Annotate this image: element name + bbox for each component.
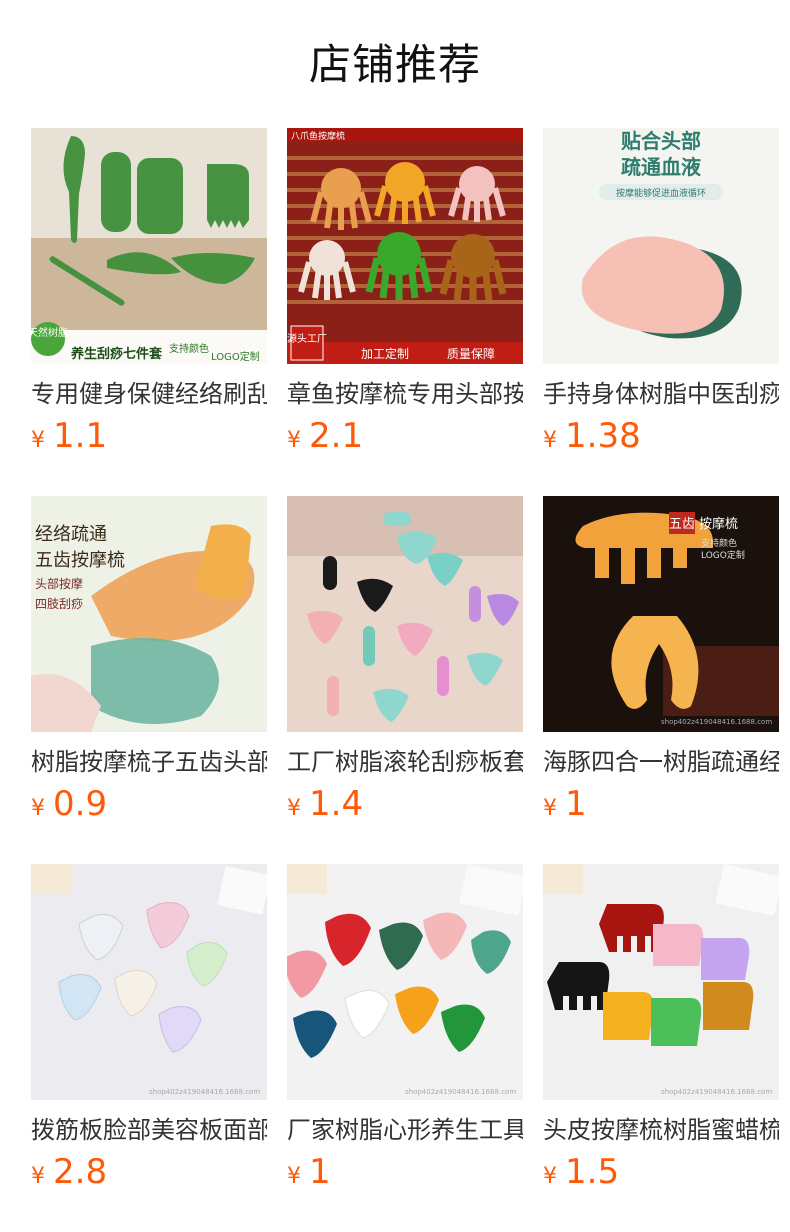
feature2-text: 质量保障 (447, 346, 495, 361)
price-value: 1.1 (53, 416, 108, 456)
product-name[interactable]: 专用健身保健经络刷刮痧板 (31, 372, 267, 416)
price-value: 2.1 (309, 416, 364, 456)
product-price: ¥1.5 (543, 1150, 619, 1194)
line-3: 头部按摩 (35, 576, 83, 591)
product-price: ¥2.1 (287, 414, 363, 458)
headline-2: 疏通血液 (621, 155, 702, 179)
product-image[interactable]: shop402z419048416.1688.com (287, 864, 523, 1100)
product-image[interactable] (287, 496, 523, 732)
header-text: 八爪鱼按摩梳 (291, 130, 345, 142)
price-value: 1 (309, 1152, 331, 1192)
product-price: ¥1.1 (31, 414, 107, 458)
feature1-text: 加工定制 (361, 346, 409, 361)
product-name[interactable]: 厂家树脂心形养生工具刮痧板 (287, 1108, 523, 1152)
product-image[interactable]: shop402z419048416.1688.com (31, 864, 267, 1100)
headline-1: 贴合头部 (621, 129, 701, 153)
currency-symbol: ¥ (543, 1164, 557, 1189)
product-name[interactable]: 树脂按摩梳子五齿头部按摩 (31, 740, 267, 784)
price-value: 1.5 (565, 1152, 620, 1192)
price-value: 2.8 (53, 1152, 108, 1192)
product-price: ¥1.38 (543, 414, 641, 458)
product-name[interactable]: 海豚四合一树脂疏通经络梳 (543, 740, 779, 784)
product-price: ¥0.9 (31, 782, 107, 826)
product-name[interactable]: 章鱼按摩梳专用头部按摩器 (287, 372, 523, 416)
currency-symbol: ¥ (31, 796, 45, 821)
tag2-text: LOGO定制 (211, 350, 260, 363)
watermark: shop402z419048416.1688.com (149, 1088, 260, 1096)
product-name[interactable]: 拨筋板脸部美容板面部刮痧 (31, 1108, 267, 1152)
title-1: 五齿 (669, 517, 695, 532)
line-1: 经络疏通 (35, 524, 107, 545)
watermark: shop402z419048416.1688.com (661, 1088, 772, 1096)
currency-symbol: ¥ (287, 428, 301, 453)
price-value: 0.9 (53, 784, 108, 824)
currency-symbol: ¥ (543, 796, 557, 821)
product-price: ¥1 (287, 1150, 331, 1194)
product-price: ¥1 (543, 782, 587, 826)
subline: 按摩能够促进血液循环 (616, 187, 706, 199)
product-image[interactable]: 贴合头部 疏通血液 按摩能够促进血液循环 (543, 128, 779, 364)
currency-symbol: ¥ (543, 428, 557, 453)
title-2: 按摩梳 (699, 516, 738, 532)
product-image[interactable]: 五齿 按摩梳 支持颜色 LOGO定制 shop402z419048416.168… (543, 496, 779, 732)
badge-text: 源头工厂 (287, 332, 327, 345)
currency-symbol: ¥ (287, 1164, 301, 1189)
price-value: 1.4 (309, 784, 364, 824)
product-name[interactable]: 工厂树脂滚轮刮痧板套装 (287, 740, 523, 784)
product-image[interactable]: 八爪鱼按摩梳 源头工厂 加工定制 质量保障 (287, 128, 523, 364)
currency-symbol: ¥ (31, 428, 45, 453)
page-title: 店铺推荐 (308, 40, 481, 89)
product-name[interactable]: 手持身体树脂中医刮痧板 (543, 372, 779, 416)
price-value: 1.38 (565, 416, 641, 456)
line-2: 五齿按摩梳 (35, 550, 125, 571)
product-image[interactable]: 天然树脂 养生刮痧七件套 支持颜色 LOGO定制 (31, 128, 267, 364)
price-value: 1 (565, 784, 587, 824)
watermark: shop402z419048416.1688.com (661, 718, 772, 726)
product-price: ¥1.4 (287, 782, 363, 826)
sub-2: LOGO定制 (701, 549, 745, 561)
product-image[interactable]: shop402z419048416.1688.com (543, 864, 779, 1100)
currency-symbol: ¥ (287, 796, 301, 821)
tag-text: 支持颜色 (169, 342, 209, 355)
watermark: shop402z419048416.1688.com (405, 1088, 516, 1096)
line-4: 四肢刮痧 (35, 596, 83, 611)
currency-symbol: ¥ (31, 1164, 45, 1189)
product-name[interactable]: 头皮按摩梳树脂蜜蜡梳子 (543, 1108, 779, 1152)
sub-1: 支持颜色 (701, 537, 737, 549)
badge-text: 天然树脂 (31, 326, 68, 339)
product-price: ¥2.8 (31, 1150, 107, 1194)
caption-text: 养生刮痧七件套 (70, 346, 163, 362)
product-image[interactable]: 经络疏通 五齿按摩梳 头部按摩 四肢刮痧 (31, 496, 267, 732)
